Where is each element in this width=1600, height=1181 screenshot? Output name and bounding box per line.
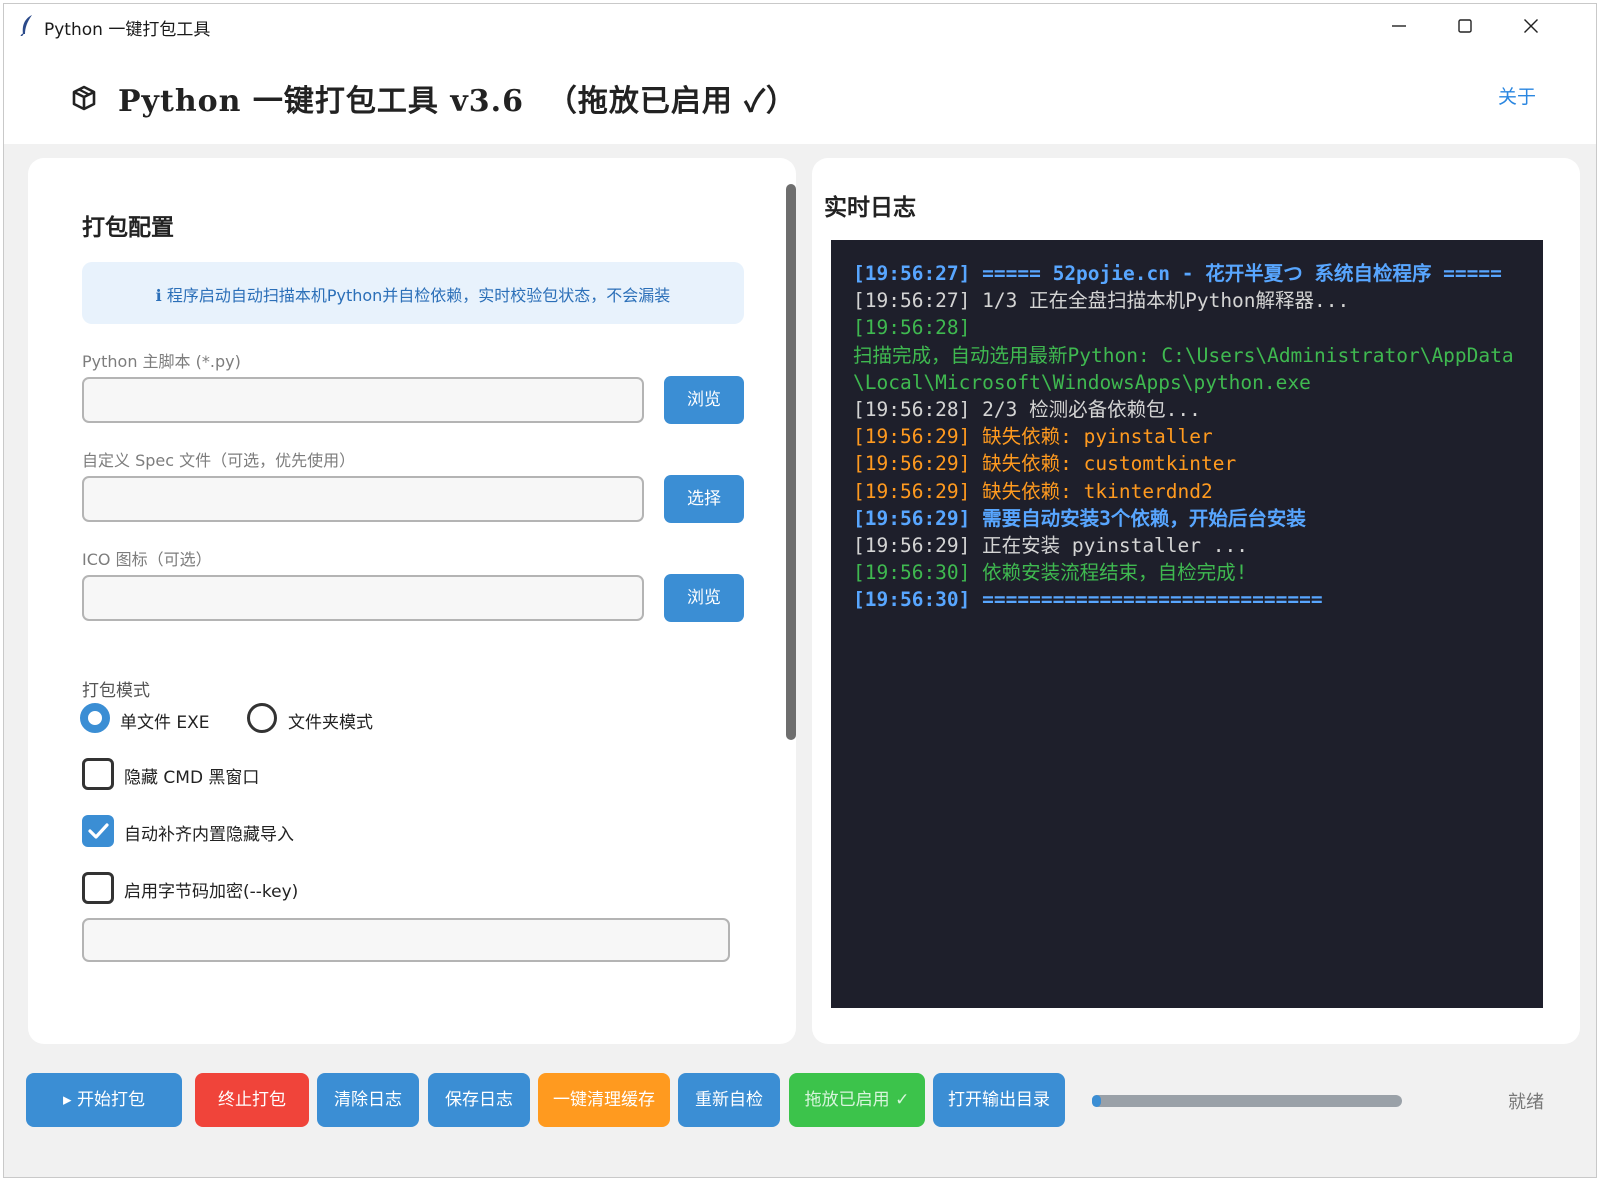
log-line: [19:56:30] =============================: [853, 588, 1323, 612]
spec-path-input[interactable]: [82, 476, 644, 522]
close-icon: [1524, 19, 1538, 33]
select-spec-button[interactable]: 选择: [664, 475, 744, 523]
log-line: [19:56:29] 缺失依赖: pyinstaller: [853, 425, 1213, 449]
mode-label: 打包模式: [82, 681, 150, 701]
encrypt-key-input[interactable]: [82, 918, 730, 962]
log-panel: 实时日志 [19:56:27] ===== 52pojie.cn - 花开半夏つ…: [812, 158, 1580, 1044]
mode-single-radio[interactable]: [80, 703, 110, 733]
log-line: [19:56:28] 2/3 检测必备依赖包...: [853, 398, 1201, 422]
log-line: 扫描完成，自动选用最新Python: C:\Users\Administrato…: [853, 343, 1514, 394]
info-banner: ℹ 程序启动自动扫描本机Python并自检依赖，实时校验包状态，不会漏装: [82, 262, 744, 324]
log-line: [19:56:27] 1/3 正在全盘扫描本机Python解释器...: [853, 289, 1350, 313]
app-window: Python 一键打包工具 Python 一键打包工具 v3.6 （拖放已启用 …: [3, 3, 1597, 1178]
start-build-button[interactable]: ▸ 开始打包: [26, 1073, 182, 1127]
window-title: Python 一键打包工具: [44, 20, 211, 40]
log-line: [19:56:30] 依赖安装流程结束，自检完成!: [853, 561, 1248, 585]
spec-label: 自定义 Spec 文件（可选，优先使用）: [82, 451, 356, 470]
save-log-button[interactable]: 保存日志: [428, 1073, 530, 1127]
hide-cmd-label[interactable]: 隐藏 CMD 黑窗口: [124, 763, 259, 788]
page-title: Python 一键打包工具 v3.6 （拖放已启用 ✓）: [118, 84, 797, 119]
info-text: ℹ 程序启动自动扫描本机Python并自检依赖，实时校验包状态，不会漏装: [155, 286, 671, 305]
bottom-toolbar: ▸ 开始打包 终止打包 清除日志 保存日志 一键清理缓存 重新自检 拖放已启用 …: [4, 1059, 1596, 1177]
browse-ico-button[interactable]: 浏览: [664, 574, 744, 622]
title-bar: Python 一键打包工具: [4, 4, 1596, 48]
log-line: [19:56:27] ===== 52pojie.cn - 花开半夏つ 系统自检…: [853, 262, 1502, 285]
maximize-icon: [1458, 19, 1472, 33]
close-button[interactable]: [1499, 4, 1565, 48]
app-header: Python 一键打包工具 v3.6 （拖放已启用 ✓） 关于: [4, 48, 1596, 144]
encrypt-label[interactable]: 启用字节码加密(--key): [124, 877, 298, 902]
recheck-button[interactable]: 重新自检: [678, 1073, 780, 1127]
log-line: [19:56:29] 正在安装 pyinstaller ...: [853, 534, 1248, 558]
mode-folder-label[interactable]: 文件夹模式: [288, 708, 373, 733]
log-line: [19:56:28]: [853, 316, 971, 340]
minimize-icon: [1392, 25, 1406, 27]
about-link[interactable]: 关于: [1498, 82, 1536, 109]
config-panel: 打包配置 ℹ 程序启动自动扫描本机Python并自检依赖，实时校验包状态，不会漏…: [28, 158, 796, 1044]
ico-path-input[interactable]: [82, 575, 644, 621]
minimize-button[interactable]: [1367, 4, 1433, 48]
script-label: Python 主脚本 (*.py): [82, 352, 241, 371]
mode-single-label[interactable]: 单文件 EXE: [120, 708, 210, 733]
feather-icon: [20, 15, 32, 36]
clean-cache-button[interactable]: 一键清理缓存: [538, 1073, 670, 1127]
log-line: [19:56:29] 需要自动安装3个依赖，开始后台安装: [853, 506, 1306, 530]
hide-cmd-checkbox[interactable]: [82, 758, 114, 790]
progress-bar: [1092, 1095, 1402, 1107]
status-text: 就绪: [1508, 1092, 1544, 1113]
checkmark-icon: [88, 823, 109, 839]
ico-label: ICO 图标（可选）: [82, 550, 212, 569]
progress-fill: [1092, 1095, 1102, 1107]
config-section-title: 打包配置: [82, 215, 174, 241]
script-path-input[interactable]: [82, 377, 644, 423]
stop-build-button[interactable]: 终止打包: [195, 1073, 309, 1127]
log-line: [19:56:29] 缺失依赖: customtkinter: [853, 452, 1237, 476]
hidden-imports-checkbox[interactable]: [82, 815, 114, 847]
encrypt-checkbox[interactable]: [82, 872, 114, 904]
mode-folder-radio[interactable]: [247, 703, 277, 733]
log-console[interactable]: [19:56:27] ===== 52pojie.cn - 花开半夏つ 系统自检…: [831, 240, 1543, 1008]
package-icon: [72, 85, 96, 111]
config-scrollbar[interactable]: [786, 184, 796, 740]
clear-log-button[interactable]: 清除日志: [317, 1073, 419, 1127]
log-section-title: 实时日志: [824, 195, 916, 221]
hidden-imports-label[interactable]: 自动补齐内置隐藏导入: [124, 820, 294, 845]
log-line: [19:56:29] 缺失依赖: tkinterdnd2: [853, 479, 1213, 503]
drag-enabled-button[interactable]: 拖放已启用 ✓: [789, 1073, 925, 1127]
open-output-button[interactable]: 打开输出目录: [933, 1073, 1065, 1127]
maximize-button[interactable]: [1433, 4, 1499, 48]
browse-script-button[interactable]: 浏览: [664, 376, 744, 424]
